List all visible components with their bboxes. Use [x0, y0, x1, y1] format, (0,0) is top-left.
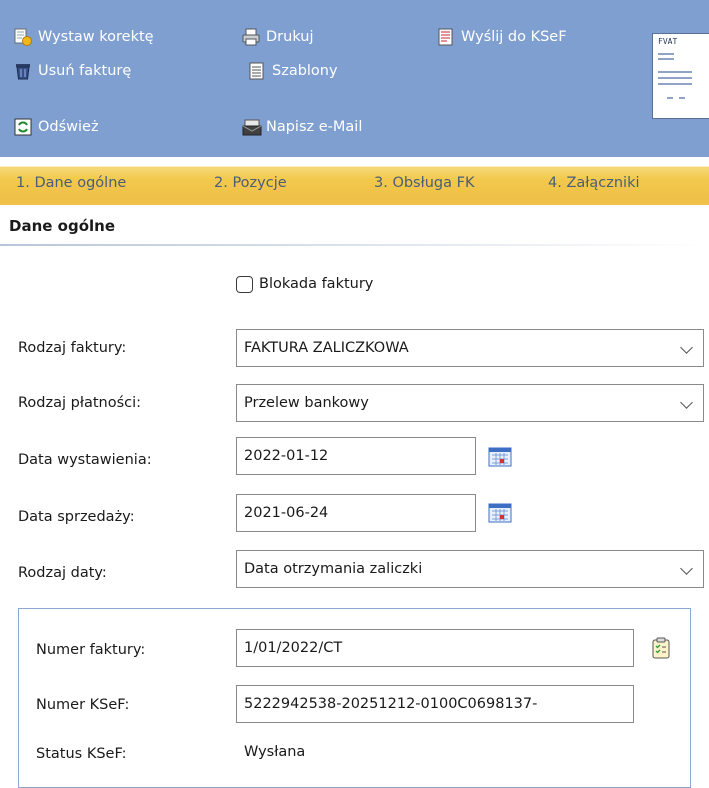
send-ksef-label: Wyślij do KSeF — [461, 29, 567, 45]
lock-invoice-checkbox[interactable] — [236, 276, 253, 293]
refresh-icon — [14, 118, 32, 136]
date-type-label: Rodzaj daty: — [18, 565, 107, 581]
ksef-status-value: Wysłana — [244, 744, 306, 760]
refresh-label: Odśwież — [38, 119, 99, 135]
invoice-number-value: 1/01/2022/CT — [244, 640, 343, 656]
invoice-type-value: FAKTURA ZALICZKOWA — [244, 340, 409, 356]
section-divider — [0, 244, 709, 246]
calendar-icon[interactable] — [488, 503, 512, 523]
send-ksef-icon — [437, 28, 455, 46]
chevron-down-icon — [680, 341, 693, 354]
write-email-button[interactable]: Napisz e-Mail — [242, 118, 362, 136]
trash-icon — [14, 62, 32, 80]
ksef-number-label: Numer KSeF: — [36, 697, 130, 713]
ksef-number-input[interactable]: 5222942538-20251212-0100C0698137- — [236, 685, 634, 723]
payment-type-select[interactable]: Przelew bankowy — [236, 384, 704, 422]
correction-icon — [14, 28, 32, 46]
chevron-down-icon — [680, 396, 693, 409]
ksef-status-label: Status KSeF: — [36, 746, 127, 762]
send-ksef-button[interactable]: Wyślij do KSeF — [437, 28, 567, 46]
print-button[interactable]: Drukuj — [242, 28, 314, 46]
tab-general[interactable]: 1. Dane ogólne — [16, 175, 126, 191]
tab-bar: 1. Dane ogólne 2. Pozycje 3. Obsługa FK … — [0, 157, 709, 205]
section-title: Dane ogólne — [9, 217, 115, 235]
tab-attachments[interactable]: 4. Załączniki — [548, 175, 640, 191]
sale-date-label: Data sprzedaży: — [18, 509, 135, 525]
invoice-number-label: Numer faktury: — [36, 642, 146, 658]
lock-invoice-label: Blokada faktury — [259, 276, 374, 292]
invoice-type-label: Rodzaj faktury: — [18, 340, 127, 356]
delete-invoice-label: Usuń fakturę — [38, 63, 132, 79]
clipboard-icon[interactable] — [651, 637, 671, 659]
sale-date-input[interactable]: 2021-06-24 — [236, 494, 476, 532]
issue-date-input[interactable]: 2022-01-12 — [236, 437, 476, 475]
issue-correction-label: Wystaw korektę — [38, 29, 154, 45]
date-type-select[interactable]: Data otrzymania zaliczki — [236, 550, 704, 588]
templates-label: Szablony — [272, 63, 338, 79]
tab-items[interactable]: 2. Pozycje — [214, 175, 287, 191]
invoice-preview[interactable]: FVAT — [652, 33, 709, 119]
invoice-type-select[interactable]: FAKTURA ZALICZKOWA — [236, 329, 704, 367]
templates-button[interactable]: Szablony — [248, 62, 338, 80]
invoice-preview-lines — [658, 53, 692, 99]
sale-date-value: 2021-06-24 — [244, 505, 329, 521]
print-label: Drukuj — [266, 29, 314, 45]
ksef-number-value: 5222942538-20251212-0100C0698137- — [244, 696, 538, 712]
issue-date-label: Data wystawienia: — [18, 452, 152, 468]
payment-type-value: Przelew bankowy — [244, 395, 369, 411]
issue-correction-button[interactable]: Wystaw korektę — [14, 28, 154, 46]
payment-type-label: Rodzaj płatności: — [18, 395, 142, 411]
print-icon — [242, 28, 260, 46]
chevron-down-icon — [680, 562, 693, 575]
refresh-button[interactable]: Odśwież — [14, 118, 99, 136]
calendar-icon[interactable] — [488, 447, 512, 467]
issue-date-value: 2022-01-12 — [244, 448, 329, 464]
delete-invoice-button[interactable]: Usuń fakturę — [14, 62, 131, 80]
toolbar: Wystaw korektę Drukuj Wyślij do KSeF Usu… — [0, 0, 709, 157]
email-icon — [242, 118, 262, 136]
write-email-label: Napisz e-Mail — [266, 119, 363, 135]
templates-icon — [248, 62, 266, 80]
invoice-number-input[interactable]: 1/01/2022/CT — [236, 629, 634, 667]
tab-fk-service[interactable]: 3. Obsługa FK — [374, 175, 474, 191]
date-type-value: Data otrzymania zaliczki — [244, 561, 423, 577]
